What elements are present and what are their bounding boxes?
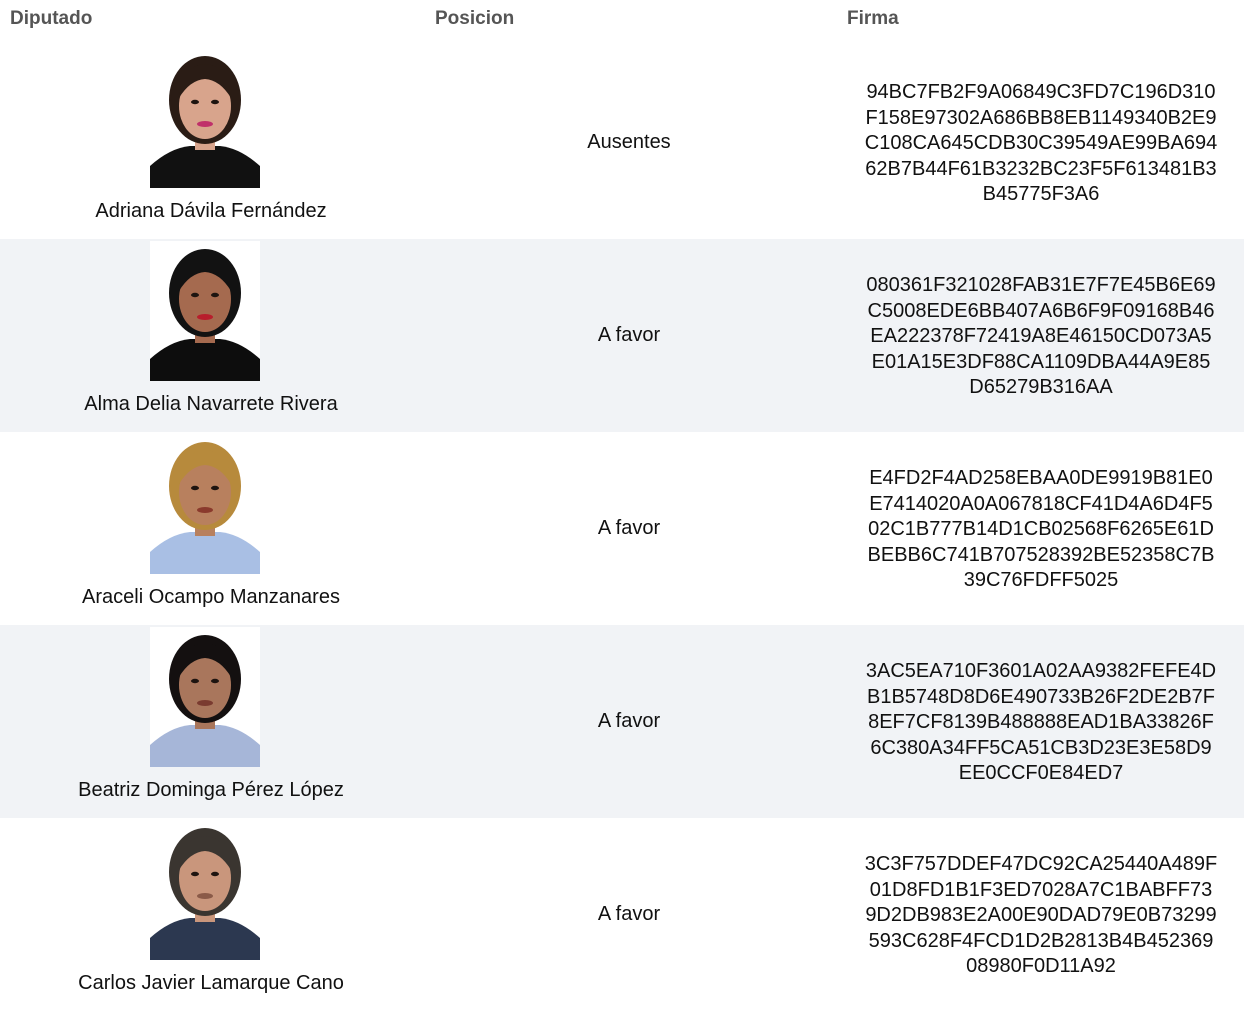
vote-position: A favor: [597, 710, 661, 732]
column-header-diputado: Diputado: [10, 8, 93, 29]
signature-hash: 3C3F757DDEF47DC92CA25440A489F 01D8FD1B1F…: [864, 853, 1218, 977]
column-header-firma: Firma: [847, 8, 899, 29]
deputy-name: Araceli Ocampo Manzanares: [82, 586, 340, 608]
deputy-name: Alma Delia Navarrete Rivera: [84, 393, 338, 415]
vote-position: A favor: [597, 903, 661, 925]
vote-position: A favor: [597, 324, 661, 346]
vote-position: A favor: [597, 517, 661, 539]
deputy-photo: [150, 48, 260, 188]
table-row: Araceli Ocampo Manzanares A favor E4FD2F…: [0, 432, 1244, 625]
deputy-name: Carlos Javier Lamarque Cano: [78, 972, 344, 994]
table-header: Diputado Posicion Firma: [0, 0, 1244, 40]
column-header-posicion: Posicion: [435, 8, 515, 29]
deputy-photo: [150, 627, 260, 767]
table-row: Carlos Javier Lamarque Cano A favor 3C3F…: [0, 818, 1244, 1011]
vote-position: Ausentes: [587, 131, 671, 153]
vote-table-body: Adriana Dávila Fernández Ausentes 94BC7F…: [0, 46, 1244, 1011]
signature-hash: 080361F321028FAB31E7F7E45B6E69 C5008EDE6…: [866, 274, 1216, 398]
table-row: Adriana Dávila Fernández Ausentes 94BC7F…: [0, 46, 1244, 239]
signature-hash: 3AC5EA710F3601A02AA9382FEFE4D B1B5748D8D…: [865, 660, 1217, 784]
signature-hash: E4FD2F4AD258EBAA0DE9919B81E0 E7414020A0A…: [867, 467, 1215, 591]
signature-hash: 94BC7FB2F9A06849C3FD7C196D310 F158E97302…: [864, 81, 1218, 205]
deputy-photo: [150, 434, 260, 574]
deputy-name: Adriana Dávila Fernández: [95, 200, 327, 222]
deputy-name: Beatriz Dominga Pérez López: [78, 779, 344, 801]
deputy-photo: [150, 241, 260, 381]
deputy-photo: [150, 820, 260, 960]
table-row: Alma Delia Navarrete Rivera A favor 0803…: [0, 239, 1244, 432]
table-row: Beatriz Dominga Pérez López A favor 3AC5…: [0, 625, 1244, 818]
